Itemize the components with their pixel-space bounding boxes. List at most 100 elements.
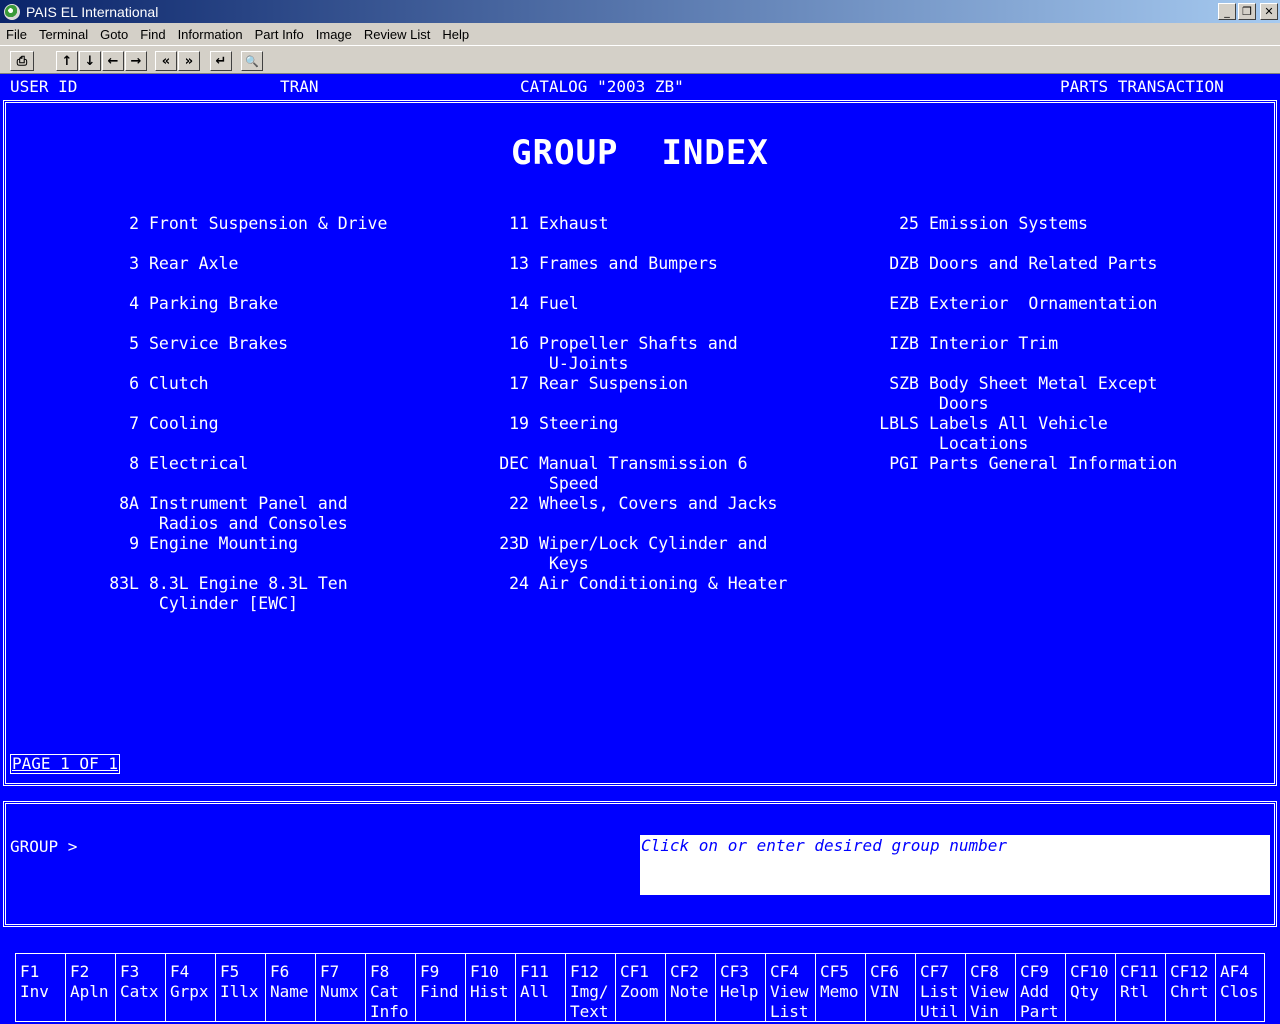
group-item[interactable]: 6 Clutch [129, 374, 209, 394]
function-key-f7[interactable]: F7 Numx [315, 953, 365, 1022]
function-key-cf1[interactable]: CF1 Zoom [615, 953, 665, 1022]
function-key-cf11[interactable]: CF11 Rtl [1115, 953, 1165, 1022]
function-key-f11[interactable]: F11 All [515, 953, 565, 1022]
group-item[interactable]: 4 Parking Brake [129, 294, 278, 314]
menu-review-list[interactable]: Review List [358, 27, 436, 42]
function-key-code: CF4 [770, 962, 799, 981]
group-item[interactable]: 13 Frames and Bumpers [509, 254, 718, 274]
function-key-f2[interactable]: F2 Apln [65, 953, 115, 1022]
group-item[interactable]: 8A Instrument Panel and Radios and Consol… [119, 494, 348, 534]
group-item[interactable]: 83L 8.3L Engine 8.3L Ten Cylinder [EWC] [109, 574, 348, 614]
menu-bar: File Terminal Goto Find Information Part… [0, 23, 1280, 45]
function-key-f10[interactable]: F10 Hist [465, 953, 515, 1022]
function-key-f9[interactable]: F9 Find [415, 953, 465, 1022]
page-indicator[interactable]: PAGE 1 OF 1 [10, 754, 120, 774]
enter-icon[interactable]: ↵ [210, 51, 232, 71]
function-key-cf4[interactable]: CF4 View List [765, 953, 815, 1022]
group-item[interactable]: IZB Interior Trim [889, 334, 1059, 354]
group-item[interactable]: EZB Exterior Ornamentation [889, 294, 1157, 314]
menu-goto[interactable]: Goto [94, 27, 134, 42]
group-label: Emission Systems [929, 214, 1088, 233]
group-item[interactable]: 7 Cooling [129, 414, 219, 434]
group-item[interactable]: 19 Steering [509, 414, 618, 434]
group-item[interactable]: 5 Service Brakes [129, 334, 288, 354]
menu-information[interactable]: Information [172, 27, 249, 42]
function-key-label: Memo [820, 982, 859, 1001]
window-title: PAIS EL International [26, 3, 159, 20]
group-label: Rear Suspension [539, 374, 689, 393]
group-item[interactable]: DEC Manual Transmission 6 Speed [499, 454, 747, 494]
arrow-down-icon[interactable]: ↓ [79, 51, 101, 71]
function-key-f4[interactable]: F4 Grpx [165, 953, 215, 1022]
menu-part-info[interactable]: Part Info [249, 27, 310, 42]
restore-button[interactable]: ❐ [1238, 3, 1256, 20]
group-item[interactable]: PGI Parts General Information [889, 454, 1178, 474]
function-key-code: F2 [70, 962, 90, 981]
menu-help[interactable]: Help [436, 27, 475, 42]
function-key-cf6[interactable]: CF6 VIN [865, 953, 915, 1022]
group-label: Engine Mounting [149, 534, 299, 553]
function-key-f6[interactable]: F6 Name [265, 953, 315, 1022]
group-item[interactable]: 16 Propeller Shafts and U-Joints [509, 334, 738, 374]
group-item[interactable]: 3 Rear Axle [129, 254, 238, 274]
group-label: Interior Trim [929, 334, 1059, 353]
function-key-f3[interactable]: F3 Catx [115, 953, 165, 1022]
group-item[interactable]: 24 Air Conditioning & Heater [509, 574, 787, 594]
menu-image[interactable]: Image [310, 27, 358, 42]
function-key-cf7[interactable]: CF7 List Util [915, 953, 965, 1022]
close-button[interactable]: ✕ [1260, 3, 1278, 20]
group-item[interactable]: 22 Wheels, Covers and Jacks [509, 494, 777, 514]
group-code: 8A [119, 494, 139, 513]
group-item[interactable]: DZB Doors and Related Parts [889, 254, 1157, 274]
menu-file[interactable]: File [0, 27, 33, 42]
function-key-code: CF5 [820, 962, 849, 981]
function-key-cf2[interactable]: CF2 Note [665, 953, 715, 1022]
function-key-f12[interactable]: F12 Img/ Text [565, 953, 615, 1022]
group-item[interactable]: 8 Electrical [129, 454, 248, 474]
search-icon[interactable]: 🔍 [241, 51, 263, 71]
print-icon[interactable]: ⎙ [10, 51, 34, 71]
function-key-cf9[interactable]: CF9 Add Part [1015, 953, 1065, 1022]
arrow-up-icon[interactable]: ↑ [56, 51, 78, 71]
group-item[interactable]: SZB Body Sheet Metal Except Doors [889, 374, 1157, 414]
function-key-cf10[interactable]: CF10 Qty [1065, 953, 1115, 1022]
function-key-cf5[interactable]: CF5 Memo [815, 953, 865, 1022]
group-input[interactable]: GROUP > [10, 837, 77, 856]
function-key-label: Grpx [170, 982, 209, 1001]
group-label: Cooling [149, 414, 219, 433]
group-label-continued: Keys [539, 554, 589, 573]
group-item[interactable]: 25 Emission Systems [899, 214, 1088, 234]
function-key-code: CF12 [1170, 962, 1209, 981]
function-key-cf3[interactable]: CF3 Help [715, 953, 765, 1022]
status-header: USER ID TRAN CATALOG "2003 ZB" PARTS TRA… [0, 75, 1280, 100]
group-item[interactable]: 17 Rear Suspension [509, 374, 689, 394]
function-key-f1[interactable]: F1 Inv [15, 953, 65, 1022]
group-label: Fuel [539, 294, 579, 313]
last-page-icon[interactable]: » [178, 51, 200, 71]
function-key-label: List Util [920, 982, 959, 1021]
group-item[interactable]: LBLS Labels All Vehicle Locations [879, 414, 1108, 454]
function-key-f8[interactable]: F8 Cat Info [365, 953, 415, 1022]
function-key-label: Name [270, 982, 309, 1001]
function-key-cf8[interactable]: CF8 View Vin [965, 953, 1015, 1022]
function-key-f5[interactable]: F5 Illx [215, 953, 265, 1022]
user-id-label: USER ID [10, 77, 78, 96]
function-key-cf12[interactable]: CF12 Chrt [1165, 953, 1215, 1022]
minimize-button[interactable]: _ [1218, 3, 1236, 20]
menu-find[interactable]: Find [134, 27, 171, 42]
function-key-code: CF1 [620, 962, 649, 981]
group-label-continued: Locations [929, 434, 1029, 453]
menu-terminal[interactable]: Terminal [33, 27, 94, 42]
arrow-right-icon[interactable]: → [125, 51, 147, 71]
first-page-icon[interactable]: « [155, 51, 177, 71]
group-item[interactable]: 9 Engine Mounting [129, 534, 299, 554]
group-item[interactable]: 14 Fuel [509, 294, 579, 314]
function-key-label: Apln [70, 982, 109, 1001]
group-item[interactable]: 11 Exhaust [509, 214, 608, 234]
group-item[interactable]: 2 Front Suspension & Drive [129, 214, 387, 234]
arrow-left-icon[interactable]: ← [102, 51, 124, 71]
group-label: Parts General Information [929, 454, 1178, 473]
function-key-label: All [520, 982, 549, 1001]
function-key-af4[interactable]: AF4 Clos [1215, 953, 1265, 1022]
group-item[interactable]: 23D Wiper/Lock Cylinder and Keys [499, 534, 767, 574]
